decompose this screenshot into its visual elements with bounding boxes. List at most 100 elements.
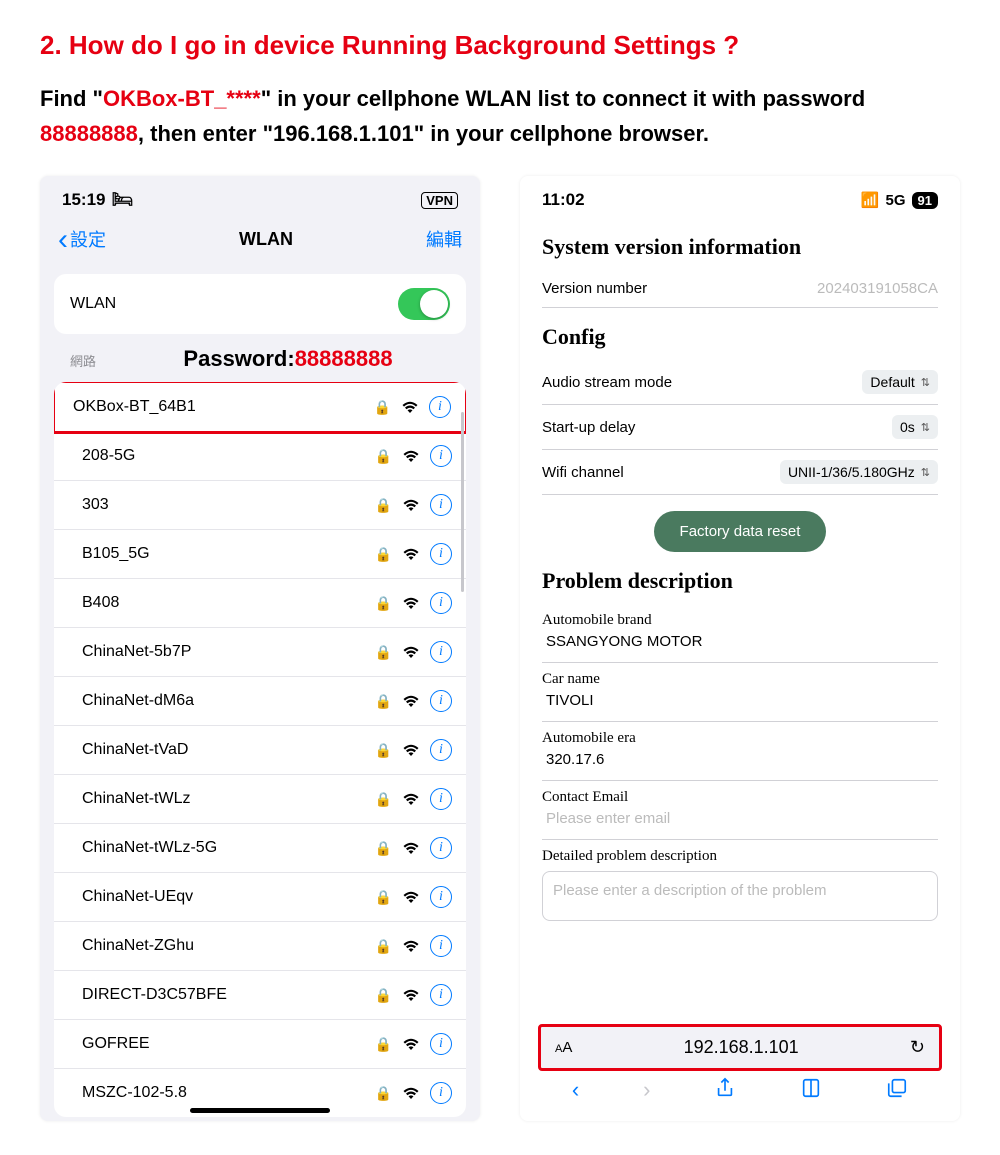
era-label: Automobile era (542, 730, 938, 747)
car-name-label: Car name (542, 671, 938, 688)
startup-delay-select[interactable]: 0s (892, 415, 938, 439)
wifi-icon (402, 792, 420, 806)
wifi-row[interactable]: B105_5G🔒i (54, 530, 466, 579)
wifi-row[interactable]: ChinaNet-tWLz-5G🔒i (54, 824, 466, 873)
startup-delay-label: Start-up delay (542, 419, 635, 436)
wifi-row[interactable]: ChinaNet-tVaD🔒i (54, 726, 466, 775)
wifi-channel-label: Wifi channel (542, 464, 624, 481)
info-icon[interactable]: i (430, 543, 452, 565)
info-icon[interactable]: i (430, 788, 452, 810)
system-info-heading: System version information (542, 234, 938, 260)
audio-mode-label: Audio stream mode (542, 374, 672, 391)
wifi-name: ChinaNet-UEqv (82, 888, 375, 906)
bed-icon: 🛏 (111, 190, 133, 210)
wifi-row[interactable]: ChinaNet-UEqv🔒i (54, 873, 466, 922)
scrollbar[interactable] (461, 412, 464, 592)
email-label: Contact Email (542, 789, 938, 806)
info-icon[interactable]: i (430, 445, 452, 467)
wifi-name: ChinaNet-5b7P (82, 643, 375, 661)
lock-icon: 🔒 (375, 1085, 392, 1102)
browser-toolbar: ‹ › (520, 1069, 960, 1113)
edit-button[interactable]: 編輯 (426, 226, 462, 252)
wifi-name: B408 (82, 594, 375, 612)
reload-icon[interactable]: ↻ (910, 1037, 925, 1058)
share-icon[interactable] (714, 1077, 736, 1103)
wifi-row[interactable]: ChinaNet-dM6a🔒i (54, 677, 466, 726)
text-size-icon[interactable]: A (555, 1039, 572, 1056)
wifi-row[interactable]: OKBox-BT_64B1 🔒 i (55, 383, 465, 431)
info-icon[interactable]: i (430, 837, 452, 859)
info-icon[interactable]: i (430, 494, 452, 516)
browser-address-bar[interactable]: A 192.168.1.101 ↻ (538, 1024, 942, 1071)
wlan-label: WLAN (70, 295, 116, 313)
wifi-icon (402, 1086, 420, 1100)
config-screenshot: 11:02 📶 5G 91 System version information… (520, 176, 960, 1121)
wifi-list: OKBox-BT_64B1 🔒 i 208-5G🔒i 303🔒i B105_5G… (54, 382, 466, 1117)
page-title: WLAN (239, 229, 293, 250)
wifi-name: ChinaNet-tWLz-5G (82, 839, 375, 857)
audio-mode-select[interactable]: Default (862, 370, 938, 394)
info-icon[interactable]: i (430, 1082, 452, 1104)
lock-icon: 🔒 (375, 938, 392, 955)
bookmarks-icon[interactable] (800, 1077, 822, 1103)
wifi-icon (402, 596, 420, 610)
wifi-row[interactable]: 208-5G🔒 i (54, 432, 466, 481)
wifi-row[interactable]: DIRECT-D3C57BFE🔒i (54, 971, 466, 1020)
wlan-screenshot: 15:19 🛏 VPN 設定 WLAN 編輯 WLAN 網路 Password:… (40, 176, 480, 1121)
lock-icon: 🔒 (375, 448, 392, 465)
brand-value[interactable]: SSANGYONG MOTOR (542, 633, 938, 650)
info-icon[interactable]: i (430, 1033, 452, 1055)
info-icon[interactable]: i (430, 935, 452, 957)
wifi-name: B105_5G (82, 545, 375, 563)
wlan-switch[interactable] (398, 288, 450, 320)
description-textarea[interactable]: Please enter a description of the proble… (542, 871, 938, 921)
lock-icon: 🔒 (375, 595, 392, 612)
wifi-name: 208-5G (82, 447, 375, 465)
info-icon[interactable]: i (430, 592, 452, 614)
info-icon[interactable]: i (430, 739, 452, 761)
home-indicator[interactable] (190, 1108, 330, 1113)
info-icon[interactable]: i (430, 690, 452, 712)
wifi-row[interactable]: ChinaNet-ZGhu🔒 i (54, 922, 466, 971)
tabs-icon[interactable] (886, 1077, 908, 1103)
wifi-row[interactable]: 303🔒i (54, 481, 466, 530)
wlan-toggle-row[interactable]: WLAN (54, 274, 466, 334)
info-icon[interactable]: i (429, 396, 451, 418)
info-icon[interactable]: i (430, 641, 452, 663)
wifi-name: ChinaNet-ZGhu (82, 937, 375, 955)
wifi-name: MSZC-102-5.8 (82, 1084, 375, 1102)
info-icon[interactable]: i (430, 886, 452, 908)
wifi-name: GOFREE (82, 1035, 375, 1053)
description-label: Detailed problem description (542, 848, 938, 865)
nav-forward-icon[interactable]: › (643, 1077, 650, 1103)
url-text[interactable]: 192.168.1.101 (572, 1037, 910, 1058)
wifi-row[interactable]: ChinaNet-5b7P🔒i (54, 628, 466, 677)
status-time: 11:02 (542, 190, 585, 210)
lock-icon: 🔒 (375, 791, 392, 808)
wifi-channel-select[interactable]: UNII-1/36/5.180GHz (780, 460, 938, 484)
wifi-name: OKBox-BT_64B1 (73, 398, 374, 416)
wifi-row[interactable]: B408🔒 i (54, 579, 466, 628)
section-heading: 2. How do I go in device Running Backgro… (40, 30, 960, 61)
network-type: 5G (886, 192, 906, 209)
wifi-name: DIRECT-D3C57BFE (82, 986, 375, 1004)
lock-icon: 🔒 (374, 399, 391, 416)
back-button[interactable]: 設定 (58, 226, 106, 252)
wifi-icon (402, 988, 420, 1002)
info-icon[interactable]: i (430, 984, 452, 1006)
wifi-name: ChinaNet-tWLz (82, 790, 375, 808)
wifi-row[interactable]: ChinaNet-tWLz🔒 i (54, 775, 466, 824)
status-time: 15:19 (62, 190, 105, 210)
wifi-row[interactable]: GOFREE🔒i (54, 1020, 466, 1069)
wifi-icon (402, 890, 420, 904)
instruction-text: Find "OKBox-BT_****" in your cellphone W… (40, 81, 960, 151)
lock-icon: 🔒 (375, 693, 392, 710)
nav-back-icon[interactable]: ‹ (572, 1077, 579, 1103)
wifi-name: ChinaNet-tVaD (82, 741, 375, 759)
factory-reset-button[interactable]: Factory data reset (654, 511, 827, 552)
era-value[interactable]: 320.17.6 (542, 751, 938, 768)
car-name-value[interactable]: TIVOLI (542, 692, 938, 709)
wifi-icon (401, 400, 419, 414)
wifi-name: 303 (82, 496, 375, 514)
email-input[interactable]: Please enter email (542, 810, 938, 827)
